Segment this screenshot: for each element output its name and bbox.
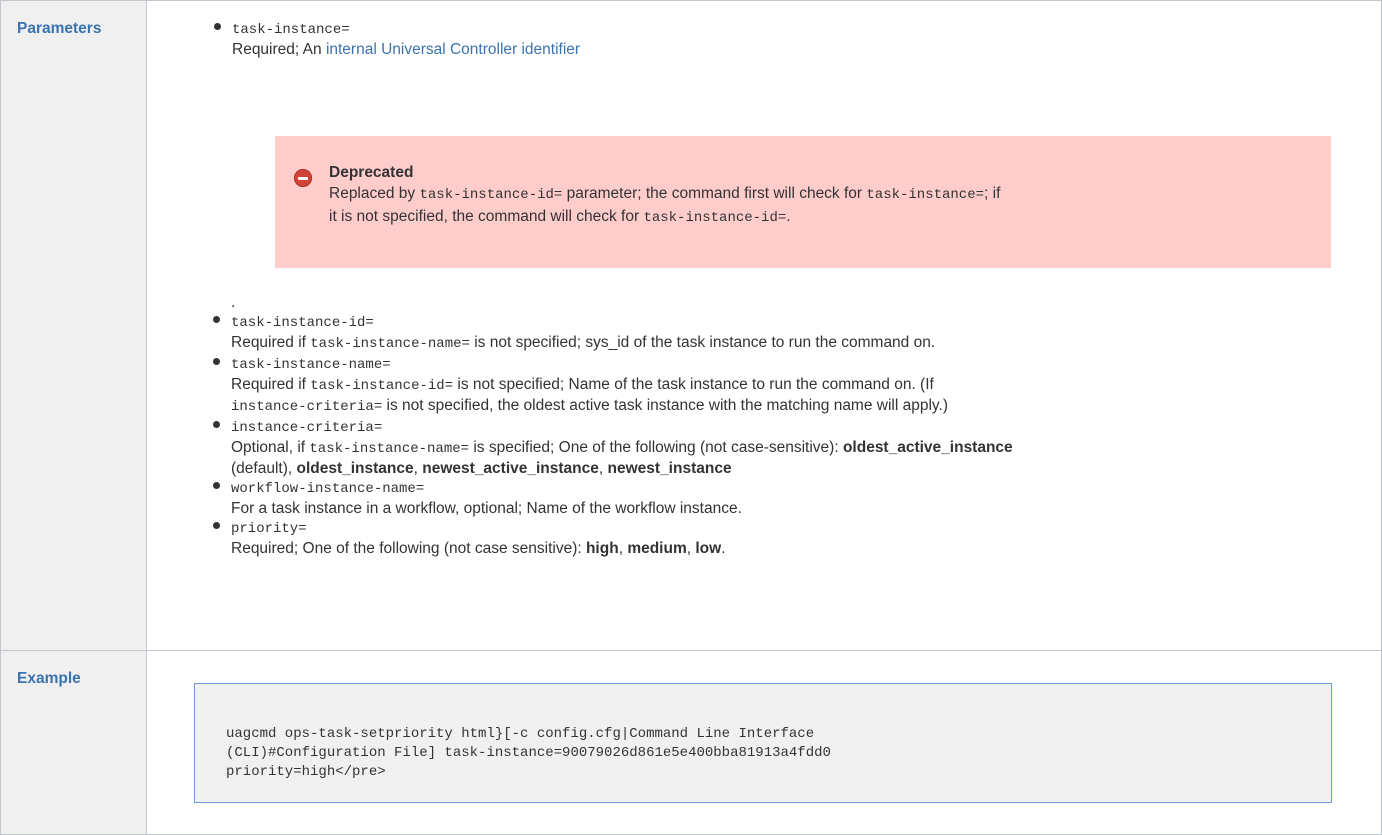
param-description: is specified; One of the following (not …	[469, 439, 843, 456]
deprecated-text: parameter; the command first will check …	[562, 185, 867, 202]
separator: ,	[413, 460, 423, 477]
param-description: Required; One of the following (not case…	[231, 540, 586, 557]
param-value: newest_active_instance	[422, 460, 599, 477]
parameters-cell: task-instance= Required; An internal Uni…	[146, 0, 1382, 651]
param-description: is not specified; sys_id of the task ins…	[469, 334, 936, 351]
code-block: uagcmd ops-task-setpriority html}[-c con…	[194, 683, 1332, 803]
list-item-priority: priority= Required; One of the following…	[147, 518, 1381, 558]
param-description: Required; An	[232, 41, 326, 58]
bullet-icon	[213, 358, 220, 365]
param-name: task-instance-id=	[231, 315, 374, 331]
deprecated-title: Deprecated	[329, 164, 414, 181]
param-value: oldest_active_instance	[842, 439, 1013, 456]
param-description: is not specified; Name of the task insta…	[453, 376, 934, 393]
example-header: Example	[0, 650, 147, 835]
bullet-icon	[213, 482, 220, 489]
stop-icon	[294, 169, 312, 187]
example-row: Example uagcmd ops-task-setpriority html…	[0, 650, 1382, 835]
parameter-list-wrapper: . task-instance-id= Required if task-ins…	[147, 293, 1381, 558]
bullet-icon	[213, 522, 220, 529]
period-text: .	[231, 294, 236, 311]
param-value: low	[695, 540, 722, 557]
parameters-table: Parameters task-instance= Required; An i…	[0, 0, 1382, 835]
param-value: medium	[627, 540, 687, 557]
param-value: high	[585, 540, 619, 557]
param-name: priority=	[231, 521, 307, 537]
param-value: oldest_instance	[296, 460, 414, 477]
param-description: (default),	[231, 460, 297, 477]
param-description: Required if	[231, 376, 311, 393]
list-item-task-instance-id: task-instance-id= Required if task-insta…	[147, 312, 1381, 354]
list-item-instance-criteria: instance-criteria= Optional, if task-ins…	[147, 417, 1381, 478]
param-description: Optional, if	[231, 439, 310, 456]
code-line: (CLI)#Configuration File] task-instance=…	[226, 745, 831, 761]
param-description: Required if	[231, 334, 311, 351]
deprecated-text: .	[786, 208, 791, 225]
list-item-task-instance: task-instance= Required; An internal Uni…	[148, 19, 1380, 59]
param-value: newest_instance	[607, 460, 732, 477]
param-code: task-instance-name=	[309, 441, 470, 457]
deprecated-code: task-instance-id=	[419, 187, 563, 203]
param-description: is not specified, the oldest active task…	[382, 397, 948, 414]
separator: .	[721, 540, 726, 557]
bullet-icon	[213, 421, 220, 428]
param-code: task-instance-id=	[310, 378, 454, 394]
parameters-header: Parameters	[0, 0, 147, 651]
bullet-icon	[213, 316, 220, 323]
deprecated-panel: Deprecated Replaced by task-instance-id=…	[275, 136, 1331, 268]
deprecated-code: task-instance=	[866, 187, 985, 203]
deprecated-text: it is not specified, the command will ch…	[329, 208, 644, 225]
code-line: priority=high</pre>	[226, 764, 386, 780]
param-name: task-instance=	[232, 22, 350, 38]
separator: ,	[598, 460, 608, 477]
example-cell: uagcmd ops-task-setpriority html}[-c con…	[146, 650, 1382, 835]
deprecated-text: ; if	[984, 185, 1001, 202]
param-name: workflow-instance-name=	[231, 481, 425, 497]
param-description: For a task instance in a workflow, optio…	[231, 500, 742, 517]
list-item-workflow-instance-name: workflow-instance-name= For a task insta…	[147, 478, 1381, 518]
parameter-list-bottom: task-instance-id= Required if task-insta…	[147, 312, 1381, 558]
bullet-icon	[214, 23, 221, 30]
list-item-task-instance-name: task-instance-name= Required if task-ins…	[147, 354, 1381, 417]
deprecated-text: Replaced by	[329, 185, 420, 202]
param-name: task-instance-name=	[231, 357, 391, 373]
param-code: task-instance-name=	[310, 336, 470, 352]
identifier-link[interactable]: internal Universal Controller identifier	[326, 41, 580, 58]
param-name: instance-criteria=	[231, 420, 383, 436]
param-code: instance-criteria=	[231, 399, 383, 415]
deprecated-code: task-instance-id=	[643, 210, 787, 226]
parameters-row: Parameters task-instance= Required; An i…	[0, 0, 1382, 651]
parameter-list-top: task-instance= Required; An internal Uni…	[148, 19, 1380, 59]
code-line: uagcmd ops-task-setpriority html}[-c con…	[226, 726, 815, 742]
